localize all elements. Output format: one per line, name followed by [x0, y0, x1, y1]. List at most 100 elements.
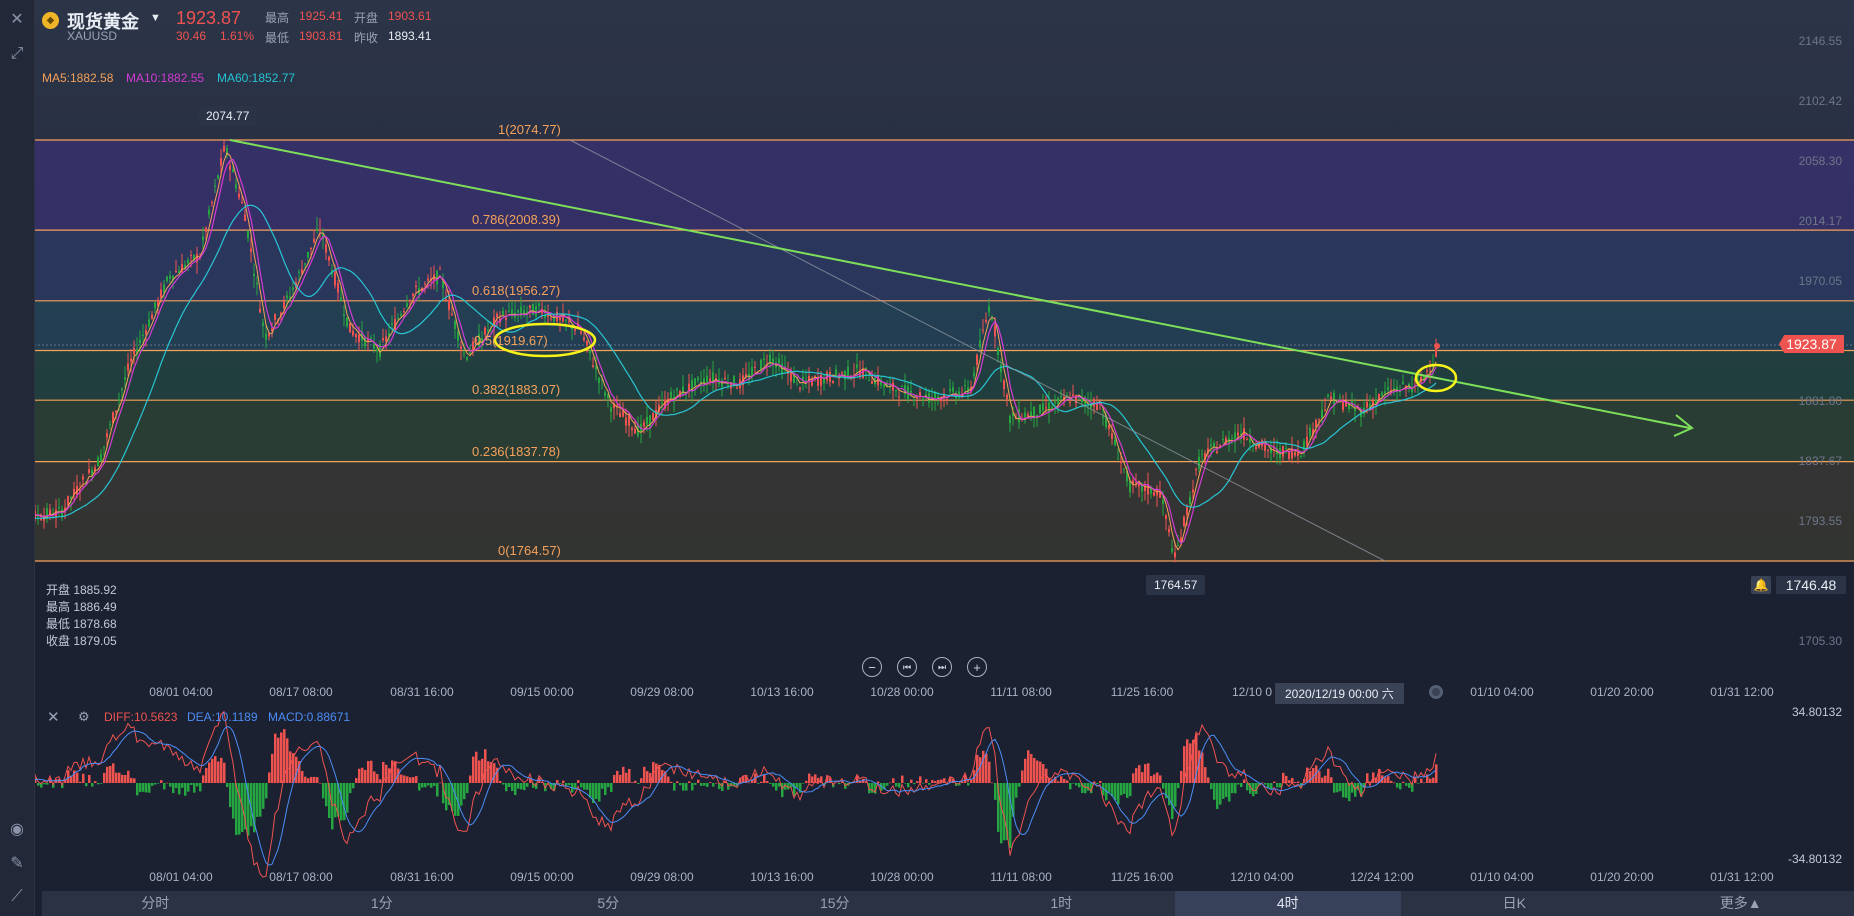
- tab-7[interactable]: 更多▲: [1628, 891, 1854, 916]
- macd-bar: [376, 774, 379, 783]
- candle-body: [424, 283, 426, 285]
- macd-bar: [379, 779, 382, 783]
- tab-2[interactable]: 5分: [495, 891, 722, 916]
- ma60-legend: MA60:1852.77: [217, 71, 296, 85]
- candle-body: [211, 202, 213, 204]
- candle-body: [1108, 424, 1110, 430]
- macd-close-icon[interactable]: ✕: [47, 708, 60, 726]
- candle-body: [1318, 419, 1320, 421]
- candle-body: [1249, 438, 1251, 443]
- macd-bar: [889, 782, 892, 784]
- macd-bar: [520, 783, 523, 790]
- macd-bar: [46, 783, 49, 785]
- expand-icon[interactable]: ⤢: [5, 42, 29, 66]
- alert-bell-icon[interactable]: 🔔: [1751, 576, 1771, 594]
- tab-6[interactable]: 日K: [1401, 891, 1628, 916]
- tab-5[interactable]: 4时: [1174, 891, 1401, 916]
- candle-body: [469, 352, 471, 355]
- fib-zone: [0, 350, 1854, 401]
- zoom-out-button[interactable]: −: [862, 657, 882, 677]
- macd-bar: [187, 783, 190, 792]
- candle-body: [580, 331, 582, 334]
- candle-body: [406, 303, 408, 307]
- symbol-dropdown-icon[interactable]: ▼: [150, 12, 161, 24]
- macd-bar: [1243, 779, 1246, 783]
- candle-body: [223, 145, 225, 152]
- macd-bar: [1060, 776, 1063, 783]
- fib-zone: [0, 300, 1854, 351]
- zoom-in-button[interactable]: +: [967, 657, 987, 677]
- candle-body: [439, 268, 441, 270]
- macd-bar: [913, 783, 916, 785]
- macd-bar: [478, 760, 481, 783]
- chart-canvas[interactable]: [0, 0, 1854, 916]
- macd-bar: [1384, 777, 1387, 783]
- candle-body: [100, 453, 102, 462]
- candle-body: [1045, 407, 1047, 409]
- candle-body: [463, 352, 465, 354]
- candle-body: [508, 310, 510, 312]
- macd-bar: [97, 783, 100, 785]
- candle-body: [382, 338, 384, 341]
- macd-bar: [700, 783, 703, 786]
- macd-bar: [100, 783, 103, 784]
- macd-bar: [325, 783, 328, 807]
- draw-pen-icon[interactable]: ✎: [5, 851, 29, 875]
- candle-body: [145, 330, 147, 335]
- macd-bar: [898, 783, 901, 788]
- macd-bar: [1168, 783, 1171, 806]
- macd-bar: [355, 778, 358, 783]
- candle-body: [694, 378, 696, 386]
- macd-bar: [775, 783, 778, 791]
- scroll-start-button[interactable]: ⏮: [897, 657, 917, 677]
- candle-body: [1342, 402, 1344, 411]
- price-change-pct: 1.61%: [220, 29, 255, 43]
- candle-body: [448, 300, 450, 310]
- close-icon[interactable]: ✕: [5, 7, 29, 31]
- line-tool-icon[interactable]: ⟋: [5, 885, 29, 909]
- tab-1[interactable]: 1分: [269, 891, 496, 916]
- macd-bar: [586, 783, 589, 790]
- candle-body: [166, 276, 168, 282]
- macd-bar: [268, 772, 271, 783]
- candle-body: [214, 185, 216, 187]
- candle-body: [1192, 489, 1194, 493]
- candle-body: [118, 399, 120, 401]
- macd-bar: [679, 783, 682, 786]
- macd-bar: [667, 776, 670, 783]
- tab-3[interactable]: 15分: [722, 891, 949, 916]
- macd-bar: [682, 783, 685, 791]
- candle-body: [589, 350, 591, 354]
- macd-bar: [1435, 764, 1438, 783]
- macd-bar: [1057, 781, 1060, 783]
- candle-body: [1039, 404, 1041, 414]
- candle-body: [397, 317, 399, 319]
- macd-bar: [436, 783, 439, 797]
- candle-body: [625, 417, 627, 426]
- candle-body: [496, 313, 498, 318]
- tab-4[interactable]: 1时: [948, 891, 1175, 916]
- macd-settings-icon[interactable]: ⚙: [78, 709, 90, 725]
- macd-bar: [655, 763, 658, 783]
- macd-bar: [1417, 783, 1420, 784]
- tab-0[interactable]: 分时: [42, 891, 269, 916]
- scroll-end-button[interactable]: ⏭: [932, 657, 952, 677]
- macd-bar: [808, 773, 811, 783]
- candle-body: [586, 341, 588, 346]
- macd-bar: [475, 751, 478, 783]
- indicator-icon[interactable]: ◉: [5, 817, 29, 841]
- x-axis-label: 10/28 00:00: [870, 685, 934, 699]
- y-axis-label: 2058.30: [1798, 154, 1842, 168]
- macd-bar: [418, 783, 421, 791]
- macd-bar: [802, 783, 805, 784]
- macd-bar: [871, 783, 874, 793]
- macd-bar: [172, 783, 175, 794]
- macd-bar: [577, 780, 580, 783]
- macd-bar: [1126, 783, 1129, 798]
- candle-body: [901, 386, 903, 388]
- macd-bar: [277, 737, 280, 783]
- candle-body: [682, 386, 684, 395]
- crosshair-dot-icon[interactable]: [1429, 685, 1443, 699]
- macd-bar: [154, 783, 157, 785]
- ohlc-low: 最低 1878.68: [46, 617, 117, 631]
